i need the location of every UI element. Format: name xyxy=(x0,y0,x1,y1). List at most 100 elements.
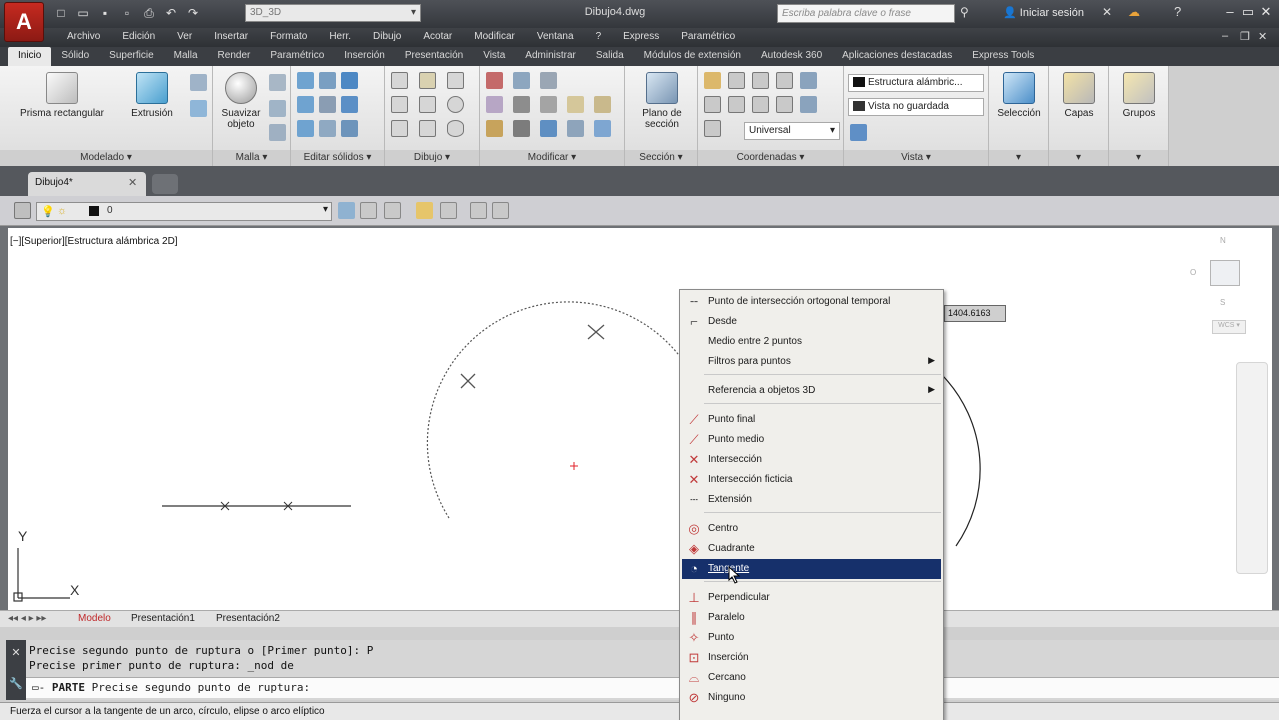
rotate-icon[interactable] xyxy=(513,72,530,89)
menu-insertar[interactable]: Insertar xyxy=(203,28,259,47)
seleccion-button[interactable]: Selección xyxy=(993,72,1045,119)
make-current-icon[interactable] xyxy=(338,202,355,219)
extrusion-button[interactable]: Extrusión xyxy=(122,72,182,119)
new-tab-button[interactable] xyxy=(152,174,178,194)
ucs-previous-icon[interactable] xyxy=(728,96,745,113)
circle-icon[interactable] xyxy=(447,96,464,113)
layer-unisolate-icon[interactable] xyxy=(440,202,457,219)
tab-salida[interactable]: Salida xyxy=(586,47,634,66)
menu-item-perpendicular[interactable]: ⊥ Perpendicular xyxy=(682,588,941,608)
polygon-icon[interactable] xyxy=(391,120,408,137)
tab-superficie[interactable]: Superficie xyxy=(99,47,163,66)
extract-edges-icon[interactable] xyxy=(341,72,358,89)
tab-vista[interactable]: Vista xyxy=(473,47,515,66)
layer-off-icon[interactable] xyxy=(492,202,509,219)
offset-icon[interactable] xyxy=(567,120,584,137)
mesh-uncrease-icon[interactable] xyxy=(269,124,286,141)
undo-icon[interactable]: ↶ xyxy=(162,5,180,21)
menu-item-punto-final[interactable]: ⟋ Punto final xyxy=(682,410,941,430)
redo-icon[interactable]: ↷ xyxy=(184,5,202,21)
ucs-3point-icon[interactable] xyxy=(776,96,793,113)
menu-item-referencia-3d[interactable]: Referencia a objetos 3D ▶ xyxy=(682,381,941,401)
layer-previous-icon[interactable] xyxy=(360,202,377,219)
tab-aplicaciones[interactable]: Aplicaciones destacadas xyxy=(832,47,962,66)
line-icon[interactable] xyxy=(391,72,408,89)
maximize-icon[interactable]: ▭ xyxy=(1240,4,1256,20)
menu-ventana[interactable]: Ventana xyxy=(526,28,585,47)
sign-in-link[interactable]: 👤 Iniciar sesión xyxy=(1003,6,1084,19)
tab-inicio[interactable]: Inicio xyxy=(8,47,52,66)
panel-title-seleccion[interactable]: ▾ xyxy=(989,150,1048,166)
tab-autodesk360[interactable]: Autodesk 360 xyxy=(751,47,832,66)
polyline-icon[interactable] xyxy=(419,72,436,89)
panel-title-editar-solidos[interactable]: Editar sólidos ▾ xyxy=(291,150,384,166)
polysolid-icon[interactable] xyxy=(190,100,207,117)
help-icon[interactable]: ? xyxy=(1174,4,1181,19)
save-icon[interactable]: ▪ xyxy=(96,5,114,21)
doc-close-icon[interactable]: ✕ xyxy=(1258,30,1267,43)
ucs-world-icon[interactable] xyxy=(728,72,745,89)
menu-item-punto-medio[interactable]: ⟋ Punto medio xyxy=(682,430,941,450)
search-input[interactable]: Escriba palabra clave o frase xyxy=(777,4,955,23)
close-icon[interactable]: ✕ xyxy=(1258,4,1274,20)
visual-style-dropdown[interactable]: Estructura alámbric... xyxy=(848,74,984,92)
panel-title-modelado[interactable]: Modelado ▾ xyxy=(0,150,212,166)
command-settings-icon[interactable]: 🔧 xyxy=(6,677,26,690)
navigation-bar[interactable] xyxy=(1236,362,1268,574)
command-window-handle[interactable]: ✕ 🔧 xyxy=(6,640,26,700)
menu-item-tangente[interactable]: ◔Tangente xyxy=(682,559,941,579)
workspace-dropdown[interactable]: 3D_3D ▾ xyxy=(245,4,421,22)
application-menu-button[interactable]: A xyxy=(4,2,44,42)
menu-item-cercano[interactable]: ⌓ Cercano xyxy=(682,668,941,688)
scale-icon[interactable] xyxy=(540,96,557,113)
menu-parametrico[interactable]: Paramétrico xyxy=(670,28,746,47)
tab-presentacion[interactable]: Presentación xyxy=(395,47,473,66)
menu-modificar[interactable]: Modificar xyxy=(463,28,526,47)
menu-archivo[interactable]: Archivo xyxy=(56,28,111,47)
viewcube[interactable]: N O S WCS ▾ xyxy=(1190,236,1260,346)
tab-render[interactable]: Render xyxy=(208,47,261,66)
open-file-icon[interactable]: ▭ xyxy=(74,5,92,21)
panel-title-coordenadas[interactable]: Coordenadas ▾ xyxy=(698,150,843,166)
command-input[interactable]: ▭- PARTE Precise segundo punto de ruptur… xyxy=(26,677,1279,698)
menu-item-filtros[interactable]: Filtros para puntos ▶ xyxy=(682,352,941,372)
command-close-icon[interactable]: ✕ xyxy=(6,646,26,659)
align-icon[interactable] xyxy=(540,120,557,137)
tab-parametrico[interactable]: Paramétrico xyxy=(260,47,334,66)
menu-edicion[interactable]: Edición xyxy=(111,28,166,47)
menu-item-ninguno[interactable]: ⊘ Ninguno xyxy=(682,688,941,708)
layer-freeze-icon[interactable] xyxy=(470,202,487,219)
menu-item-paralelo[interactable]: ∥ Paralelo xyxy=(682,608,941,628)
a360-icon[interactable]: ☁ xyxy=(1128,5,1140,19)
slice-icon[interactable] xyxy=(319,72,336,89)
menu-item-temporary-track[interactable]: ╌ Punto de intersección ortogonal tempora… xyxy=(682,292,941,312)
menu-formato[interactable]: Formato xyxy=(259,28,318,47)
menu-item-medio-2-puntos[interactable]: Medio entre 2 puntos xyxy=(682,332,941,352)
menu-item-insercion[interactable]: ⊡ Inserción xyxy=(682,648,941,668)
tab-administrar[interactable]: Administrar xyxy=(515,47,586,66)
menu-help[interactable]: ? xyxy=(585,28,613,47)
ucs-z-icon[interactable] xyxy=(752,96,769,113)
menu-item-extension[interactable]: ┄ Extensión xyxy=(682,490,941,510)
menu-dibujo[interactable]: Dibujo xyxy=(362,28,412,47)
tab-presentacion2[interactable]: Presentación2 xyxy=(216,613,280,624)
panel-title-seccion[interactable]: Sección ▾ xyxy=(625,150,697,166)
ucs-object-icon[interactable] xyxy=(800,96,817,113)
taper-icon[interactable] xyxy=(341,120,358,137)
doc-restore-icon[interactable]: ❐ xyxy=(1240,30,1250,43)
panel-title-capas[interactable]: ▾ xyxy=(1049,150,1108,166)
layer-state-icon[interactable] xyxy=(384,202,401,219)
chamfer-icon[interactable] xyxy=(594,96,611,113)
tab-modulos[interactable]: Módulos de extensión xyxy=(634,47,751,66)
exchange-icon[interactable]: ✕ xyxy=(1102,5,1112,19)
panel-title-modificar[interactable]: Modificar ▾ xyxy=(480,150,624,166)
ucs-icon[interactable] xyxy=(704,72,721,89)
ucs-view-icon[interactable] xyxy=(800,72,817,89)
file-tab-close-icon[interactable]: ✕ xyxy=(128,176,137,189)
array-icon[interactable] xyxy=(513,96,530,113)
subtract-icon[interactable] xyxy=(297,96,314,113)
suavizar-button[interactable]: Suavizar objeto xyxy=(217,72,265,130)
menu-item-interseccion[interactable]: ✕ Intersección xyxy=(682,450,941,470)
layout-nav-arrows-icon[interactable]: ◂◂ ◂ ▸ ▸▸ xyxy=(8,613,46,624)
ucs-dropdown[interactable]: Universal ▾ xyxy=(744,122,840,140)
